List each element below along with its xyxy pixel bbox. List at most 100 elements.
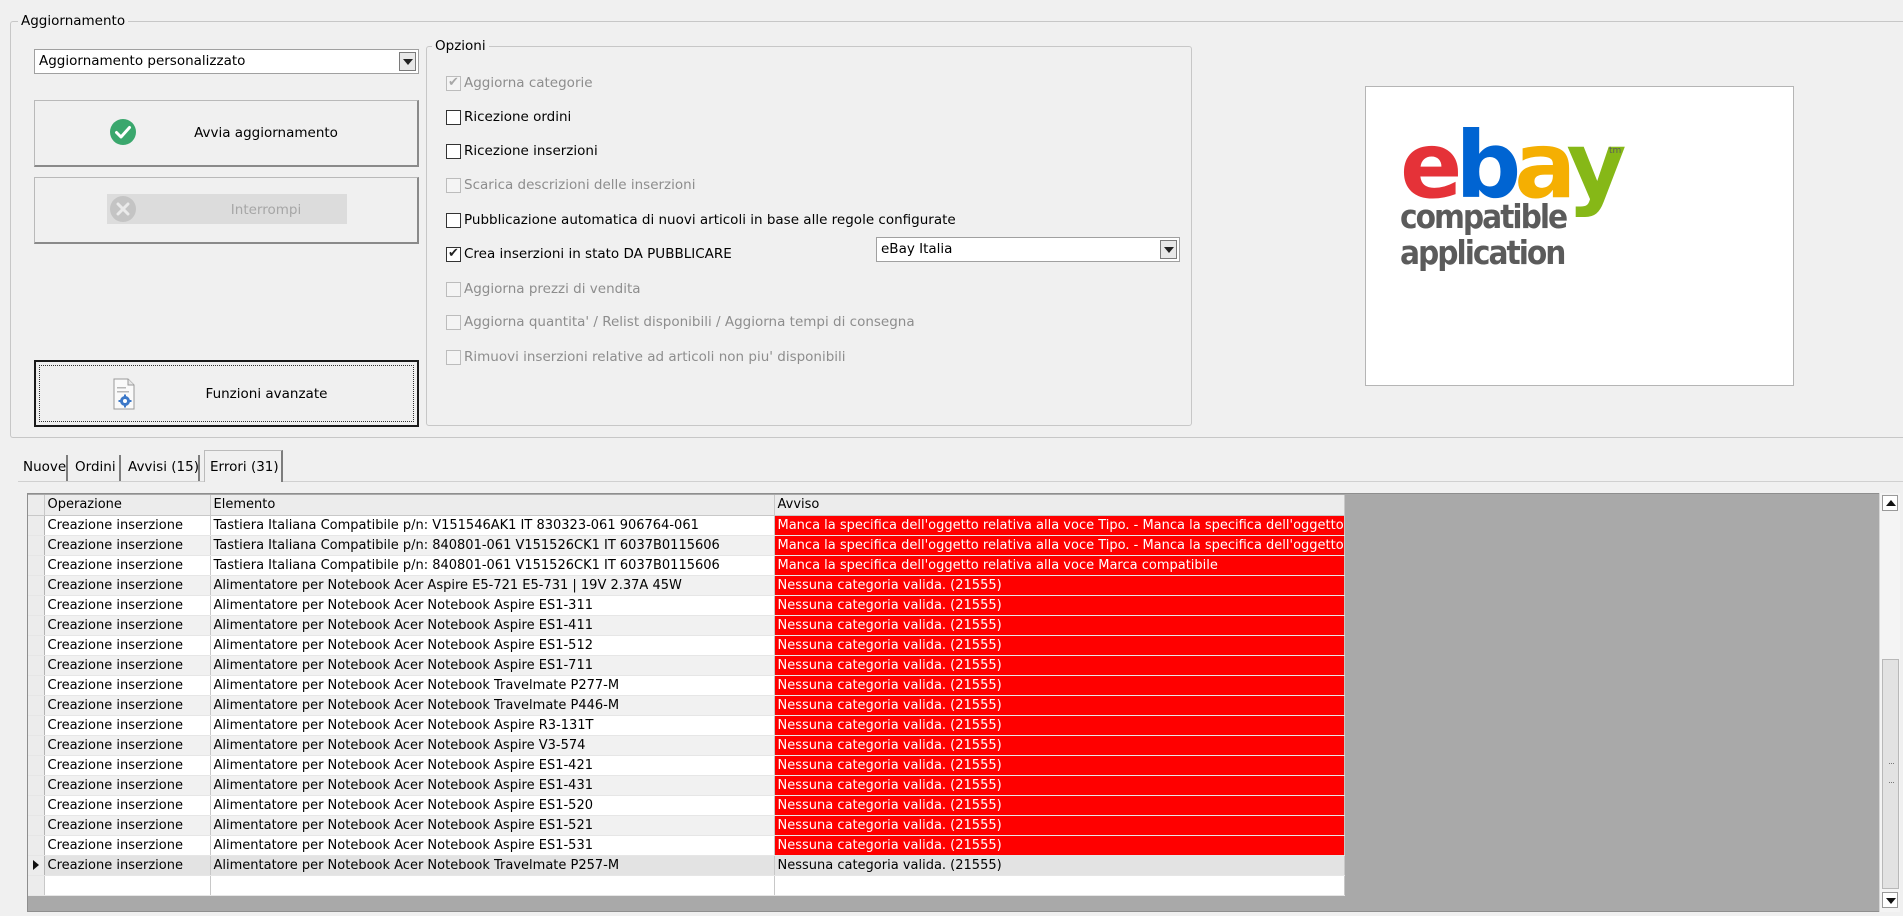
cell-avviso[interactable]: Nessuna categoria valida. (21555)	[774, 755, 1345, 776]
table-row[interactable]: Creazione inserzione Alimentatore per Not…	[28, 695, 1345, 716]
option-label-4[interactable]: Pubblicazione automatica di nuovi artico…	[464, 212, 956, 229]
column-header-operazione[interactable]: Operazione	[44, 495, 211, 516]
option-label-2[interactable]: Ricezione inserzioni	[464, 143, 598, 160]
scroll-up-arrow-icon[interactable]	[1882, 495, 1898, 511]
row-selector[interactable]	[28, 655, 45, 676]
cell-avviso[interactable]: Manca la specifica dell'oggetto relativa…	[774, 535, 1345, 556]
cell-avviso[interactable]: Nessuna categoria valida. (21555)	[774, 635, 1345, 656]
table-row[interactable]: Creazione inserzione Alimentatore per Not…	[28, 815, 1345, 836]
new-row[interactable]	[28, 875, 1345, 896]
cell-operazione[interactable]: Creazione inserzione	[44, 775, 211, 796]
option-checkbox-6[interactable]	[446, 282, 461, 297]
errors-grid[interactable]: Operazione Elemento Avviso Creazione ins…	[28, 495, 1345, 896]
row-selector[interactable]	[28, 615, 45, 636]
cell-avviso[interactable]: Nessuna categoria valida. (21555)	[774, 695, 1345, 716]
start-update-button[interactable]: Avvia aggiornamento	[34, 100, 419, 167]
row-selector[interactable]	[28, 595, 45, 616]
table-row[interactable]: Creazione inserzione Alimentatore per Not…	[28, 575, 1345, 596]
row-selector[interactable]	[28, 555, 45, 576]
cell-avviso[interactable]: Nessuna categoria valida. (21555)	[774, 815, 1345, 836]
option-checkbox-7[interactable]	[446, 315, 461, 330]
tab-nuove[interactable]: Nuove	[18, 455, 68, 481]
advanced-functions-button[interactable]: Funzioni avanzate	[34, 360, 419, 427]
option-label-6[interactable]: Aggiorna prezzi di vendita	[464, 281, 641, 298]
cell-elemento[interactable]: Alimentatore per Notebook Acer Notebook …	[210, 655, 775, 676]
cell-elemento[interactable]: Tastiera Italiana Compatibile p/n: 84080…	[210, 555, 775, 576]
cell-elemento[interactable]: Alimentatore per Notebook Acer Aspire E5…	[210, 575, 775, 596]
cell-operazione[interactable]: Creazione inserzione	[44, 595, 211, 616]
cell-elemento[interactable]: Alimentatore per Notebook Acer Notebook …	[210, 695, 775, 716]
row-selector[interactable]	[28, 755, 45, 776]
option-checkbox-8[interactable]	[446, 350, 461, 365]
table-row[interactable]: Creazione inserzione Alimentatore per Not…	[28, 615, 1345, 636]
stop-button[interactable]: Interrompi	[34, 177, 419, 244]
cell-operazione[interactable]: Creazione inserzione	[44, 735, 211, 756]
table-row[interactable]: Creazione inserzione Alimentatore per Not…	[28, 755, 1345, 776]
cell-operazione[interactable]: Creazione inserzione	[44, 675, 211, 696]
table-row[interactable]: Creazione inserzione Alimentatore per Not…	[28, 775, 1345, 796]
cell-operazione[interactable]: Creazione inserzione	[44, 855, 211, 876]
table-row[interactable]: Creazione inserzione Alimentatore per Not…	[28, 795, 1345, 816]
option-label-1[interactable]: Ricezione ordini	[464, 109, 571, 126]
option-checkbox-0[interactable]: ✔	[446, 75, 461, 91]
chevron-down-icon[interactable]	[1160, 240, 1177, 259]
cell-elemento[interactable]: Tastiera Italiana Compatibile p/n: V1515…	[210, 515, 775, 536]
cell-operazione[interactable]: Creazione inserzione	[44, 795, 211, 816]
tab-avvisi[interactable]: Avvisi (15)	[123, 455, 200, 481]
cell-elemento[interactable]: Tastiera Italiana Compatibile p/n: 84080…	[210, 535, 775, 556]
column-header-elemento[interactable]: Elemento	[210, 495, 775, 516]
cell-operazione[interactable]: Creazione inserzione	[44, 535, 211, 556]
table-row[interactable]: Creazione inserzione Alimentatore per Not…	[28, 655, 1345, 676]
option-checkbox-1[interactable]	[446, 110, 461, 125]
cell-avviso[interactable]: Manca la specifica dell'oggetto relativa…	[774, 515, 1345, 536]
row-selector[interactable]	[28, 575, 45, 596]
row-selector[interactable]	[28, 715, 45, 736]
cell-avviso[interactable]: Nessuna categoria valida. (21555)	[774, 675, 1345, 696]
cell-avviso[interactable]: Nessuna categoria valida. (21555)	[774, 795, 1345, 816]
cell-operazione[interactable]: Creazione inserzione	[44, 715, 211, 736]
cell-elemento[interactable]: Alimentatore per Notebook Acer Notebook …	[210, 755, 775, 776]
table-row[interactable]: Creazione inserzione Tastiera Italiana Co…	[28, 535, 1345, 556]
cell-elemento[interactable]: Alimentatore per Notebook Acer Notebook …	[210, 615, 775, 636]
cell-operazione[interactable]: Creazione inserzione	[44, 695, 211, 716]
row-selector[interactable]	[28, 635, 45, 656]
cell-avviso[interactable]: Nessuna categoria valida. (21555)	[774, 575, 1345, 596]
option-label-0[interactable]: Aggiorna categorie	[464, 75, 593, 92]
option-checkbox-5[interactable]: ✔	[446, 246, 461, 262]
cell-avviso[interactable]: Nessuna categoria valida. (21555)	[774, 735, 1345, 756]
cell-elemento[interactable]: Alimentatore per Notebook Acer Notebook …	[210, 835, 775, 856]
cell-operazione[interactable]: Creazione inserzione	[44, 835, 211, 856]
row-selector[interactable]	[28, 795, 45, 816]
cell-elemento[interactable]: Alimentatore per Notebook Acer Notebook …	[210, 815, 775, 836]
row-selector[interactable]	[28, 695, 45, 716]
cell-operazione[interactable]: Creazione inserzione	[44, 515, 211, 536]
cell-avviso[interactable]: Nessuna categoria valida. (21555)	[774, 595, 1345, 616]
option-label-3[interactable]: Scarica descrizioni delle inserzioni	[464, 177, 695, 194]
table-row[interactable]: Creazione inserzione Tastiera Italiana Co…	[28, 555, 1345, 576]
table-row[interactable]: Creazione inserzione Alimentatore per Not…	[28, 715, 1345, 736]
row-selector[interactable]	[28, 855, 45, 876]
cell-elemento[interactable]: Alimentatore per Notebook Acer Notebook …	[210, 795, 775, 816]
tab-errori[interactable]: Errori (31)	[204, 450, 283, 482]
cell-elemento[interactable]: Alimentatore per Notebook Acer Notebook …	[210, 855, 775, 876]
column-header-avviso[interactable]: Avviso	[774, 495, 1345, 516]
cell-operazione[interactable]: Creazione inserzione	[44, 575, 211, 596]
option-label-5[interactable]: Crea inserzioni in stato DA PUBBLICARE	[464, 246, 732, 263]
scroll-down-arrow-icon[interactable]	[1882, 892, 1898, 908]
row-selector[interactable]	[28, 535, 45, 556]
cell-operazione[interactable]: Creazione inserzione	[44, 815, 211, 836]
cell-operazione[interactable]: Creazione inserzione	[44, 655, 211, 676]
empty-cell[interactable]	[774, 875, 1345, 896]
table-row[interactable]: Creazione inserzione Alimentatore per Not…	[28, 595, 1345, 616]
cell-elemento[interactable]: Alimentatore per Notebook Acer Notebook …	[210, 675, 775, 696]
table-row[interactable]: Creazione inserzione Tastiera Italiana Co…	[28, 515, 1345, 536]
table-row[interactable]: Creazione inserzione Alimentatore per Not…	[28, 635, 1345, 656]
cell-elemento[interactable]: Alimentatore per Notebook Acer Notebook …	[210, 715, 775, 736]
option-checkbox-4[interactable]	[446, 213, 461, 228]
row-selector[interactable]	[28, 775, 45, 796]
option-label-8[interactable]: Rimuovi inserzioni relative ad articoli …	[464, 349, 846, 366]
ebay-site-select[interactable]: eBay Italia	[876, 237, 1180, 262]
vertical-scrollbar[interactable]	[1879, 493, 1900, 912]
table-row[interactable]: Creazione inserzione Alimentatore per Not…	[28, 735, 1345, 756]
row-selector[interactable]	[28, 835, 45, 856]
